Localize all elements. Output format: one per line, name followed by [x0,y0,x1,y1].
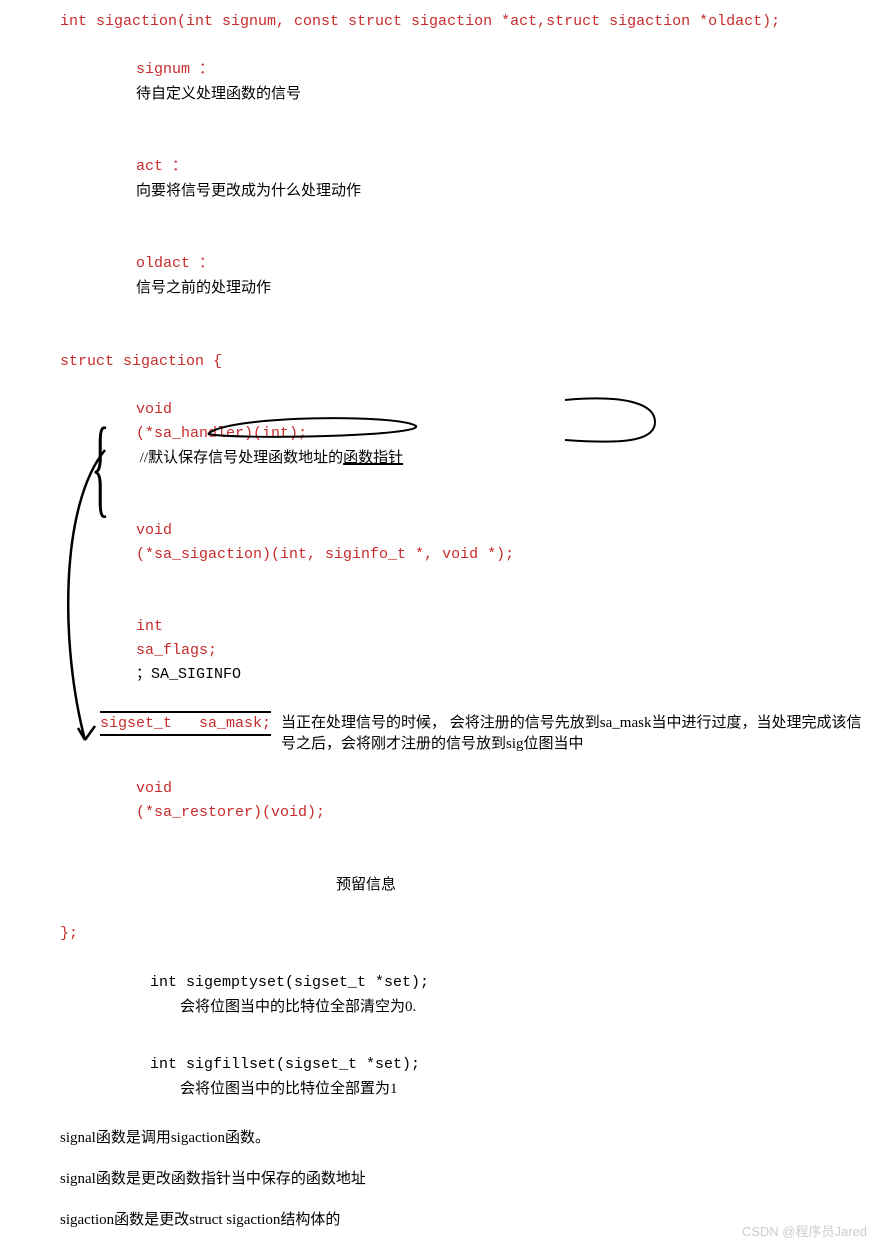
member-sa-mask: sigset_t sa_mask; 当正在处理信号的时候， 会将注册的信号先放到… [20,711,867,753]
struct-open: struct sigaction { [20,350,867,374]
param-desc: 信号之前的处理动作 [136,280,271,296]
function-signature-block: int sigaction(int signum, const struct s… [20,10,867,325]
param-desc: 待自定义处理函数的信号 [136,86,301,102]
member-decl: (*sa_restorer)(void); [136,804,325,821]
note-1: signal函数是调用sigaction函数。 [60,1126,867,1150]
struct-block: struct sigaction { void (*sa_handler)(in… [20,350,867,946]
sigemptyset-desc: 会将位图当中的比特位全部清空为0. [150,995,867,1019]
member-type: sigset_t [100,715,190,732]
param-oldact: oldact ： 信号之前的处理动作 [20,228,867,325]
param-signum: signum ： 待自定义处理函数的信号 [20,34,867,131]
member-decl: (*sa_handler)(int); [136,425,307,442]
member-type: void [136,777,226,801]
member-type: void [136,398,226,422]
sigfillset-desc: 会将位图当中的比特位全部置为1 [150,1077,867,1101]
member-type: void [136,519,226,543]
member-desc: 当正在处理信号的时候， 会将注册的信号先放到sa_mask当中进行过度，当处理完… [281,711,867,753]
sigfillset-sig: int sigfillset(sigset_t *set); [150,1053,867,1077]
param-label: oldact ： [136,255,214,272]
bracket-left-icon: { [91,420,109,514]
watermark: CSDN @程序员Jared [742,1221,867,1240]
member-value: ；SA_SIGINFO [136,666,241,683]
member-type: int [136,615,226,639]
member-decl: (*sa_sigaction)(int, siginfo_t *, void *… [136,546,514,563]
member-name: sa_mask; [199,715,271,732]
member-sa-flags: int sa_flags; ；SA_SIGINFO [20,591,867,711]
param-label: signum ： [136,61,214,78]
member-restorer-desc: 预留信息 [20,849,867,922]
member-comment: //默认保存信号处理函数地址的函数指针 [136,450,403,466]
member-sa-sigaction: void (*sa_sigaction)(int, siginfo_t *, v… [20,495,867,591]
notes: signal函数是调用sigaction函数。 signal函数是更改函数指针当… [20,1126,867,1232]
func-declaration: int sigaction(int signum, const struct s… [20,10,867,34]
struct-close: }; [20,922,867,946]
note-2: signal函数是更改函数指针当中保存的函数地址 [60,1167,867,1191]
sigemptyset-sig: int sigemptyset(sigset_t *set); [150,971,867,995]
member-name: sa_flags; [136,642,217,659]
member-sa-handler: void (*sa_handler)(int); //默认保存信号处理函数地址的… [20,374,867,495]
param-desc: 向要将信号更改成为什么处理动作 [136,183,361,199]
param-act: act ： 向要将信号更改成为什么处理动作 [20,131,867,228]
param-label: act ： [136,158,187,175]
related-functions: int sigemptyset(sigset_t *set); 会将位图当中的比… [20,971,867,1101]
member-sa-restorer: void (*sa_restorer)(void); [20,753,867,849]
